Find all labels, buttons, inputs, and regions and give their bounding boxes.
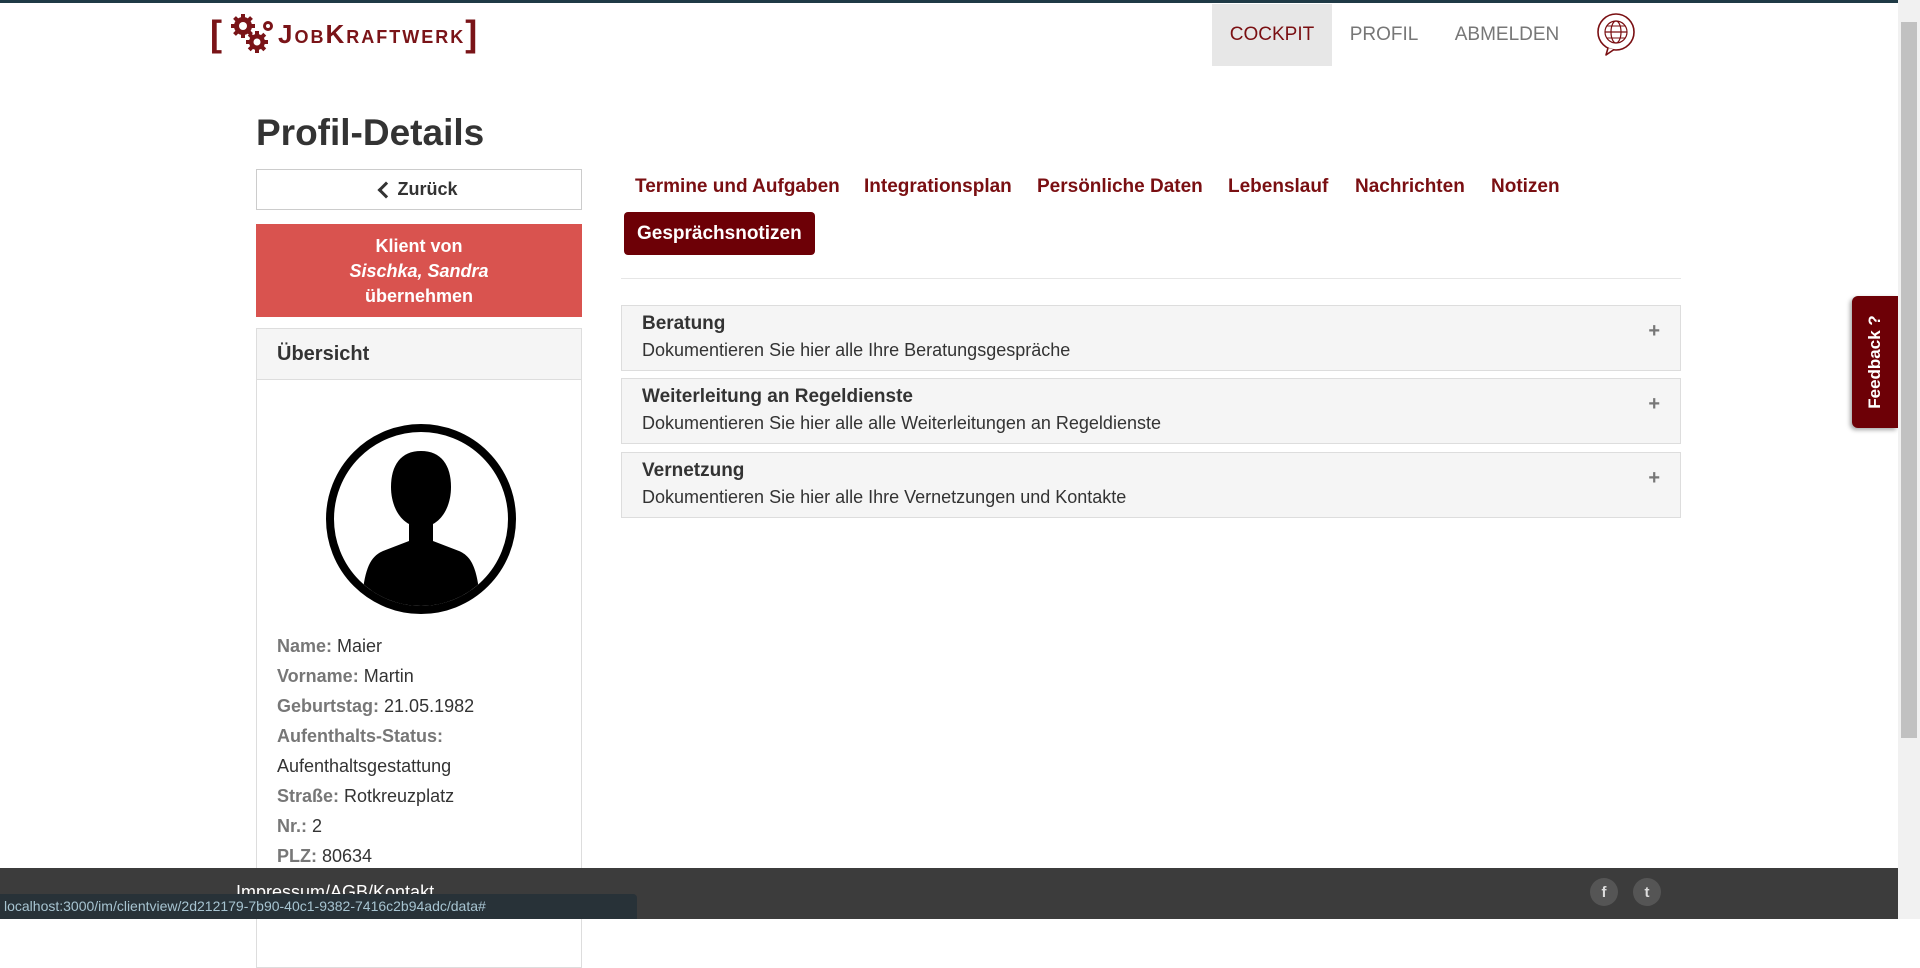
language-globe-icon[interactable]: [1594, 12, 1638, 56]
info-row-name: Name: Maier: [277, 636, 383, 656]
accordion-description: Dokumentieren Sie hier alle alle Weiterl…: [642, 413, 1161, 433]
accordion-description: Dokumentieren Sie hier alle Ihre Beratun…: [642, 340, 1071, 360]
accordion-weiterleitung[interactable]: Weiterleitung an Regeldienste Dokumentie…: [621, 378, 1681, 444]
info-row-aufenthalts-status-label: Aufenthalts-Status:: [277, 726, 443, 746]
tab-integrationsplan[interactable]: Integrationsplan: [864, 176, 1012, 198]
feedback-button[interactable]: Feedback ?: [1852, 296, 1898, 428]
feedback-label: Feedback ?: [1865, 315, 1884, 409]
take-over-line3: übernehmen: [364, 286, 474, 306]
tab-nachrichten[interactable]: Nachrichten: [1355, 176, 1465, 198]
accordion-beratung[interactable]: Beratung Dokumentieren Sie hier alle Ihr…: [621, 305, 1681, 371]
client-info: Name: Maier Vorname: Martin Geburtstag: …: [277, 631, 567, 871]
tabs-divider: [621, 278, 1681, 279]
plus-icon[interactable]: +: [1648, 467, 1660, 490]
tab-gespraechsnotizen[interactable]: Gesprächsnotizen: [624, 212, 815, 255]
info-row-vorname: Vorname: Martin: [277, 666, 414, 686]
avatar-icon: [326, 424, 516, 614]
back-button[interactable]: Zurück: [256, 169, 582, 210]
plus-icon[interactable]: +: [1648, 393, 1660, 416]
accordion-vernetzung[interactable]: Vernetzung Dokumentieren Sie hier alle I…: [621, 452, 1681, 518]
tab-lebenslauf[interactable]: Lebenslauf: [1228, 176, 1328, 198]
nav-cockpit[interactable]: COCKPIT: [1212, 4, 1332, 66]
overview-panel-title: Übersicht: [257, 329, 581, 380]
top-border: [0, 0, 1920, 3]
take-over-client-button[interactable]: Klient von Sischka, Sandra übernehmen: [256, 224, 582, 317]
page-title: Profil-Details: [256, 112, 485, 153]
info-row-nr: Nr.: 2: [277, 816, 323, 836]
browser-status-url: localhost:3000/im/clientview/2d212179-7b…: [0, 894, 637, 919]
scrollbar-thumb[interactable]: [1901, 22, 1917, 738]
logo-text: JobKraftwerk: [278, 18, 466, 49]
facebook-icon[interactable]: f: [1590, 878, 1618, 906]
info-row-plz: PLZ: 80634: [277, 846, 373, 866]
accordion-title: Beratung: [642, 313, 726, 334]
info-row-aufenthalts-status-value: Aufenthaltsgestattung: [277, 756, 452, 776]
take-over-counselor: Sischka, Sandra: [349, 261, 489, 281]
info-row-geburtstag: Geburtstag: 21.05.1982: [277, 696, 475, 716]
accordion-description: Dokumentieren Sie hier alle Ihre Vernetz…: [642, 487, 1127, 507]
chevron-left-icon: [377, 181, 395, 198]
plus-icon[interactable]: +: [1648, 320, 1660, 343]
tab-notizen[interactable]: Notizen: [1491, 176, 1560, 198]
accordion-title: Weiterleitung an Regeldienste: [642, 386, 913, 407]
nav-abmelden[interactable]: ABMELDEN: [1436, 4, 1578, 66]
nav-profil[interactable]: PROFIL: [1332, 4, 1436, 66]
accordion-title: Vernetzung: [642, 460, 745, 481]
take-over-line1: Klient von: [375, 236, 463, 256]
gears-logo-icon: [231, 14, 273, 53]
twitter-icon[interactable]: t: [1633, 878, 1661, 906]
logo[interactable]: [ JobKraftwerk ]: [210, 12, 477, 56]
info-row-strasse: Straße: Rotkreuzplatz: [277, 786, 455, 806]
back-button-label: Zurück: [397, 179, 458, 199]
tab-persoenliche-daten[interactable]: Persönliche Daten: [1037, 176, 1203, 198]
tab-termine-und-aufgaben[interactable]: Termine und Aufgaben: [635, 176, 840, 198]
